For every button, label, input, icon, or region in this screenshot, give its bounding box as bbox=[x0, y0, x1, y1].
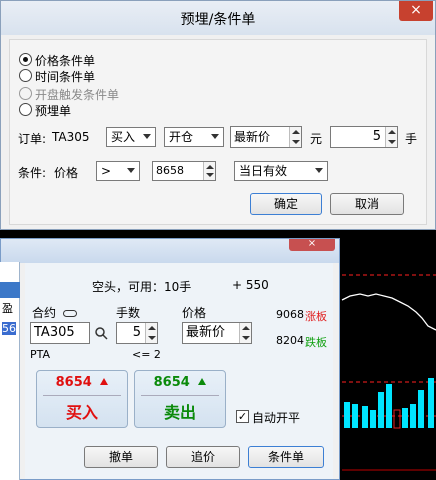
limit-up-label: 涨板 bbox=[305, 310, 327, 323]
position-pnl: + 550 bbox=[232, 278, 269, 292]
volume-bar bbox=[386, 384, 392, 428]
dialog-titlebar: 预埋/条件单 × bbox=[1, 1, 435, 35]
side-list: 盈 56 bbox=[0, 262, 20, 480]
limit-up-price: 9068 bbox=[276, 308, 304, 321]
side-list-item[interactable]: 56 bbox=[2, 322, 16, 335]
close-icon: × bbox=[410, 2, 422, 18]
divider bbox=[43, 395, 121, 396]
trigger-price-stepper[interactable]: 8658 bbox=[152, 161, 216, 181]
product-name: PTA bbox=[30, 348, 51, 361]
spin-arrows-icon[interactable] bbox=[289, 127, 301, 147]
price-stepper[interactable]: 最新价 bbox=[182, 322, 252, 344]
chevron-down-icon bbox=[143, 134, 151, 139]
volume-bar bbox=[362, 406, 368, 428]
radio-price-condition-label[interactable]: 价格条件单 bbox=[35, 52, 95, 69]
radio-opening-trigger-label: 开盘触发条件单 bbox=[35, 88, 120, 102]
side-list-header bbox=[0, 282, 20, 298]
side-list-item[interactable]: 盈 bbox=[2, 300, 13, 316]
volume-bar bbox=[370, 410, 376, 428]
sell-label: 卖出 bbox=[163, 403, 196, 422]
up-triangle-icon bbox=[198, 378, 207, 385]
comparator-select[interactable]: > bbox=[96, 161, 140, 181]
buy-price-row: 8654 bbox=[37, 375, 127, 390]
radio-preset-order[interactable] bbox=[19, 103, 32, 116]
condition-label: 条件: bbox=[18, 166, 47, 180]
price-type-stepper[interactable]: 最新价 bbox=[230, 126, 302, 148]
radio-opening-trigger bbox=[19, 87, 32, 100]
chart-price-line bbox=[341, 293, 436, 331]
conditional-order-button[interactable]: 条件单 bbox=[248, 446, 324, 468]
quantity-stepper[interactable]: 5 bbox=[116, 322, 158, 344]
auto-open-close-label: 自动开平 bbox=[252, 411, 301, 425]
panel-close-button[interactable]: × bbox=[289, 239, 335, 251]
withdraw-button[interactable]: 撤单 bbox=[84, 446, 158, 468]
order-contract: TA305 bbox=[52, 130, 90, 144]
search-icon[interactable] bbox=[94, 326, 108, 343]
radio-preset-order-label[interactable]: 预埋单 bbox=[35, 102, 71, 119]
radio-time-condition-label[interactable]: 时间条件单 bbox=[35, 68, 95, 85]
quantity-label: 手数 bbox=[116, 306, 141, 320]
spin-arrows-icon[interactable] bbox=[239, 323, 251, 343]
buy-button[interactable]: 8654 买入 bbox=[36, 370, 128, 428]
up-triangle-icon bbox=[100, 378, 109, 385]
cancel-button[interactable]: 取消 bbox=[330, 193, 404, 215]
volume-bar bbox=[352, 404, 358, 428]
condition-field: 价格 bbox=[54, 166, 79, 180]
chart-volume-bars bbox=[344, 378, 434, 429]
spin-arrows-icon[interactable] bbox=[145, 323, 157, 343]
chevron-down-icon bbox=[315, 168, 323, 173]
sell-price-row: 8654 bbox=[135, 375, 225, 390]
chevron-down-icon bbox=[127, 168, 135, 173]
chevron-down-icon bbox=[211, 134, 219, 139]
limit-down-price: 8204 bbox=[276, 334, 304, 347]
quantity-unit: 手 bbox=[405, 132, 418, 146]
dialog-title: 预埋/条件单 bbox=[180, 12, 256, 28]
price-unit: 元 bbox=[310, 132, 323, 146]
limit-down-label: 跌板 bbox=[305, 336, 327, 349]
offset-select[interactable]: 开仓 bbox=[164, 127, 224, 147]
validity-select[interactable]: 当日有效 bbox=[234, 161, 328, 181]
volume-bar bbox=[428, 378, 434, 428]
contract-input[interactable]: TA305 bbox=[30, 322, 90, 344]
dialog-close-button[interactable]: × bbox=[399, 1, 433, 21]
volume-bar bbox=[378, 392, 384, 428]
confirm-button[interactable]: 确定 bbox=[250, 193, 322, 215]
spin-arrows-icon[interactable] bbox=[203, 162, 215, 180]
quantity-stepper[interactable]: 5 bbox=[330, 126, 398, 148]
contract-label: 合约 bbox=[32, 304, 77, 321]
price-label: 价格 bbox=[182, 306, 207, 320]
order-panel: × bbox=[0, 238, 340, 480]
radio-time-condition[interactable] bbox=[19, 69, 32, 82]
order-label: 订单: bbox=[18, 132, 47, 146]
position-summary: 空头，可用：10手 bbox=[92, 280, 192, 294]
sell-button[interactable]: 8654 卖出 bbox=[134, 370, 226, 428]
close-icon: × bbox=[307, 238, 317, 249]
radio-price-condition[interactable] bbox=[19, 53, 32, 66]
buy-label: 买入 bbox=[65, 403, 98, 422]
chase-price-button[interactable]: 追价 bbox=[166, 446, 240, 468]
quantity-hint: <= 2 bbox=[132, 348, 161, 361]
link-icon[interactable] bbox=[62, 310, 77, 317]
volume-bar bbox=[344, 402, 350, 428]
volume-bar bbox=[418, 390, 424, 428]
volume-bar bbox=[402, 408, 408, 428]
spin-arrows-icon[interactable] bbox=[385, 127, 397, 147]
direction-select[interactable]: 买入 bbox=[106, 127, 156, 147]
auto-open-close-checkbox[interactable]: ✓ bbox=[236, 410, 249, 423]
divider bbox=[141, 395, 219, 396]
volume-bar bbox=[410, 404, 416, 428]
volume-bar bbox=[393, 409, 401, 429]
